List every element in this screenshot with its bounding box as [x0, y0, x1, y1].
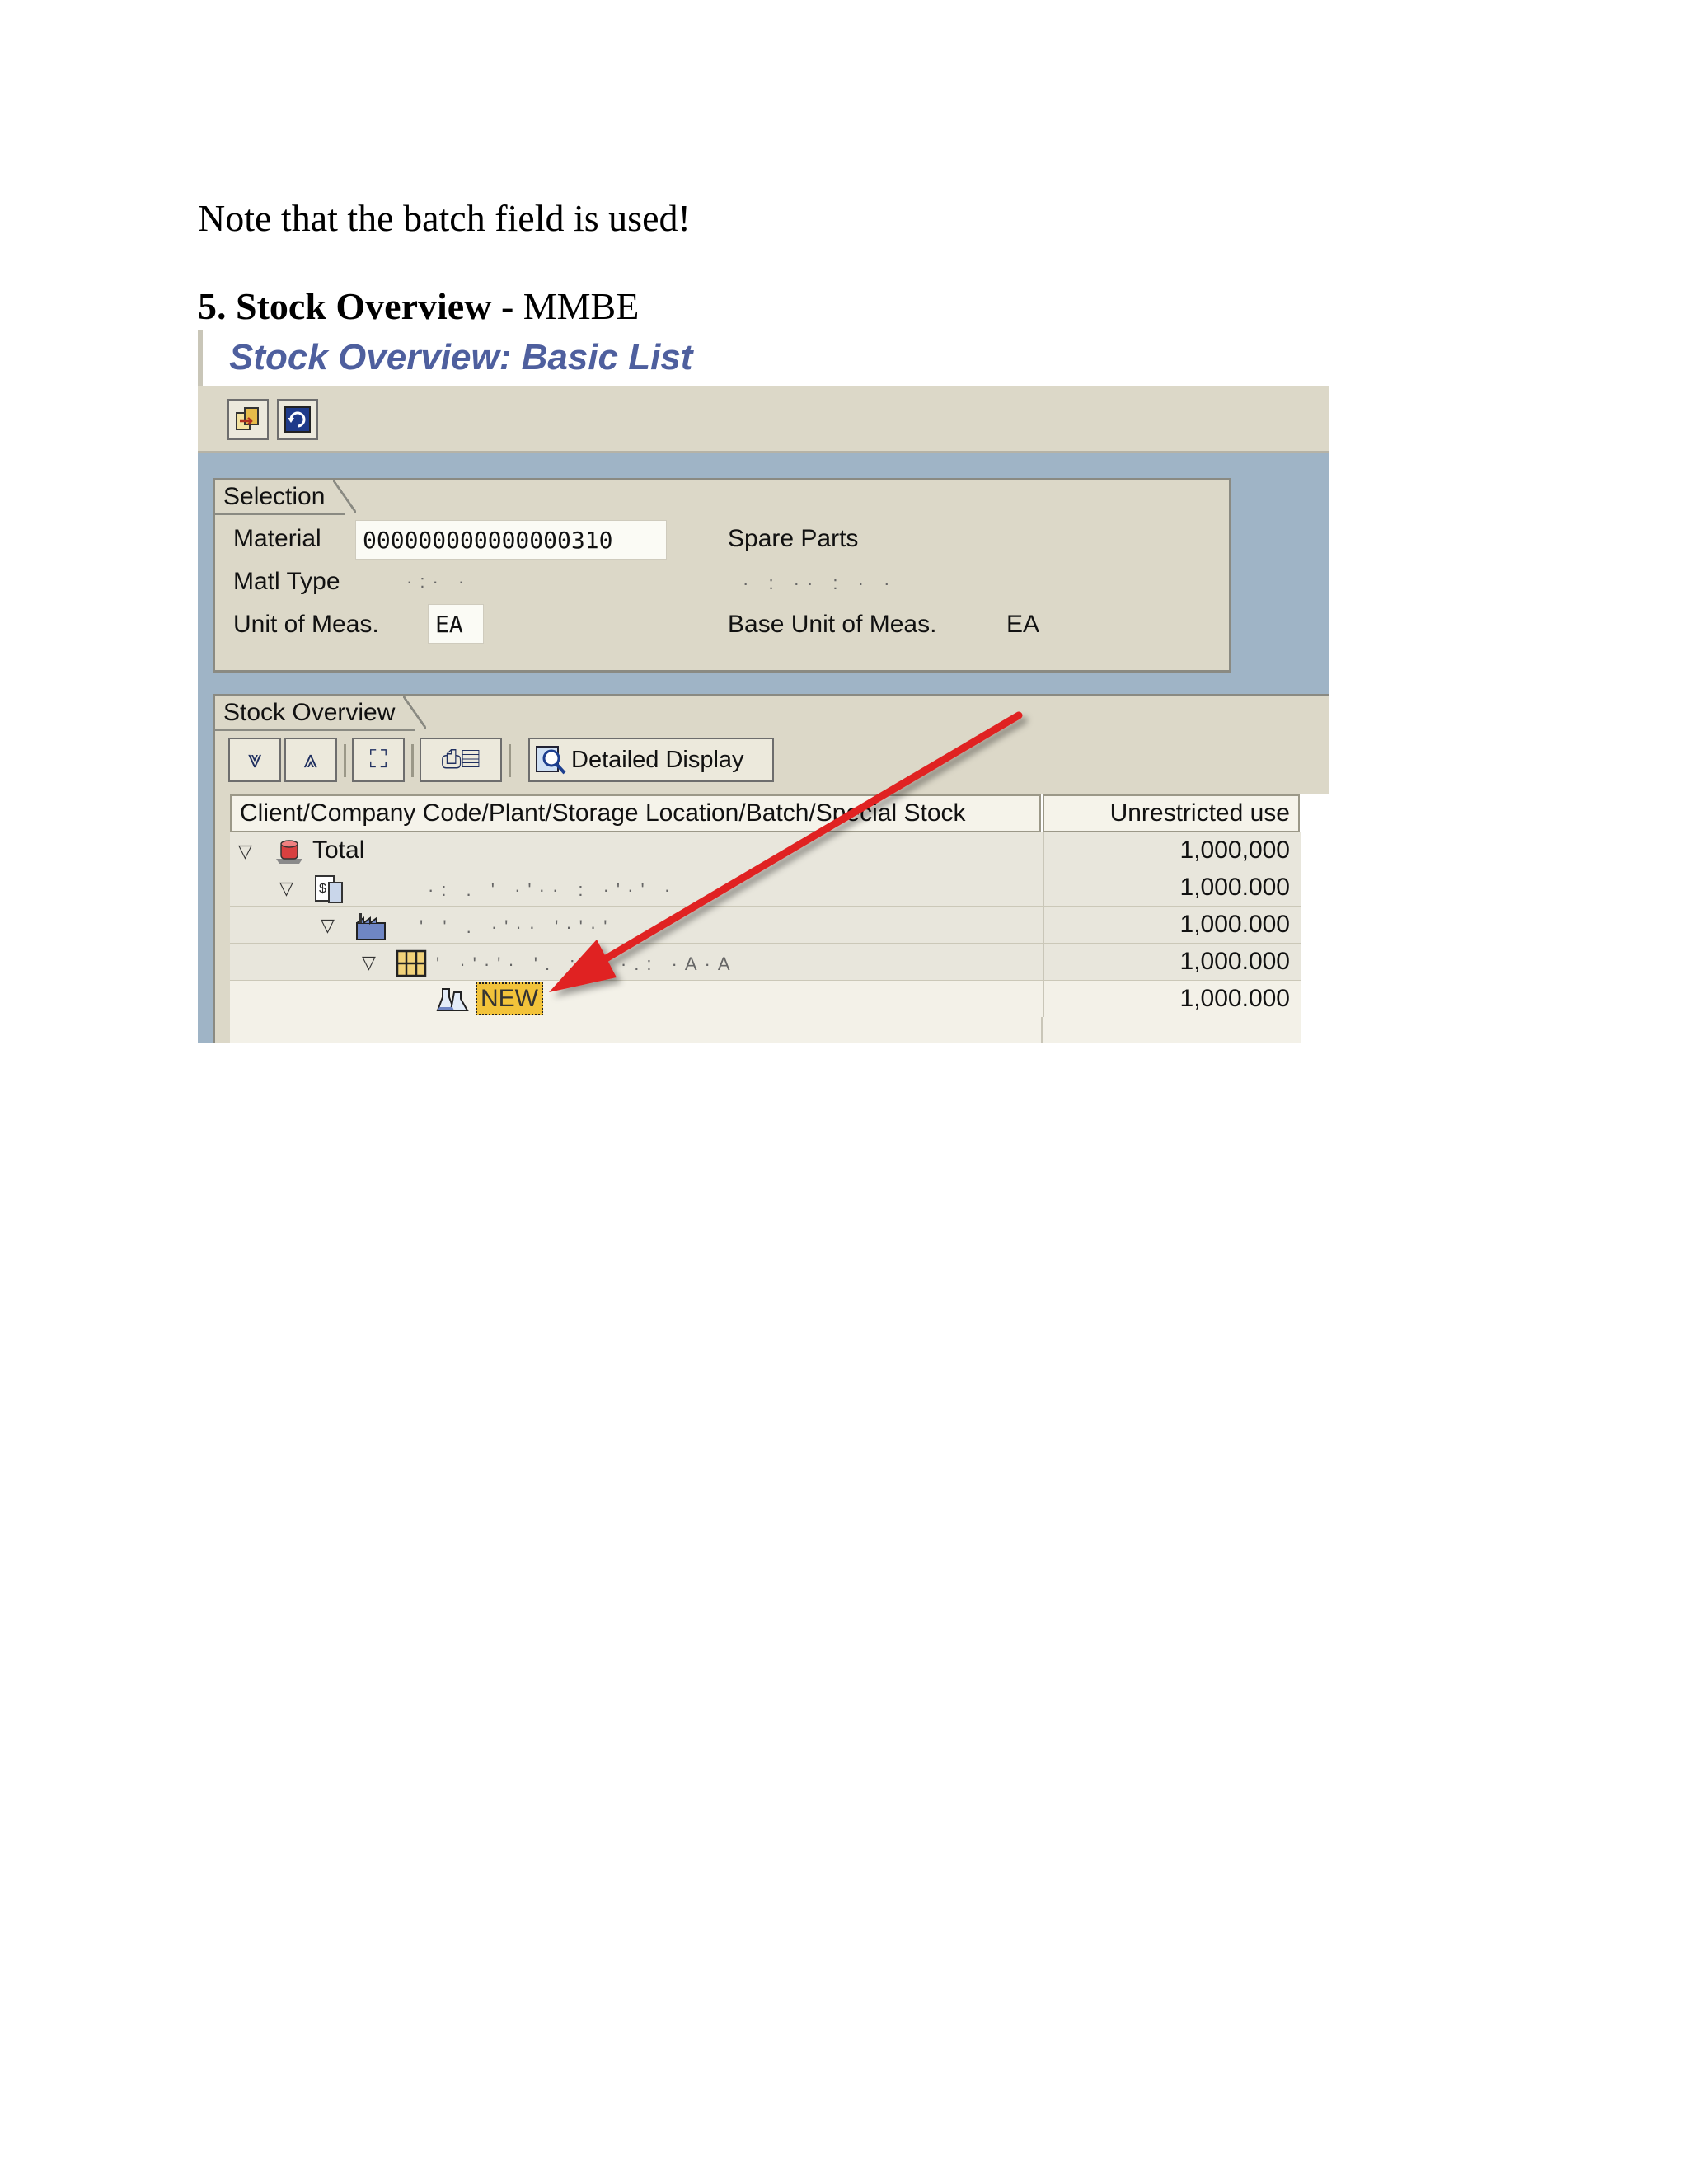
collapse-all-icon: ⩓: [303, 746, 318, 773]
unrestricted-value: 1,000.000: [1043, 907, 1300, 943]
tree-row-company-code[interactable]: ▽ $ ·: . ' ·'·· : ·'·' · 1,000.000: [230, 869, 1301, 907]
window-title: Stock Overview: Basic List: [229, 337, 693, 377]
plant-icon: [356, 913, 386, 940]
base-unit-value: EA: [1006, 611, 1040, 638]
storage-location-icon: [396, 949, 427, 977]
grid-column-separator: [1041, 1017, 1043, 1043]
material-label: Material: [233, 525, 321, 552]
tree-label-total: Total: [312, 837, 365, 864]
tree-row-plant[interactable]: ▽ ' ' . ·'·· '·'·' 1,000.000: [230, 907, 1301, 944]
storage-location-obscured: ' ·'·'· '. : · ·.: ·A·A: [436, 954, 738, 974]
binoculars-icon: ⛶: [369, 746, 387, 773]
section-title: Stock Overview: [236, 285, 492, 327]
stock-overview-frame-title: Stock Overview: [215, 696, 427, 731]
matl-type-value-obscured: ·:· ·: [406, 571, 472, 592]
collapse-triangle-icon[interactable]: ▽: [279, 878, 293, 899]
collapse-triangle-icon[interactable]: ▽: [238, 841, 252, 862]
base-unit-label: Base Unit of Meas.: [728, 611, 937, 638]
toolbar-separator: [344, 744, 346, 777]
sap-window: Stock Overview: Basic List Selection Mat…: [198, 330, 1329, 1043]
matl-type-desc-obscured: · : ·· : · ·: [743, 573, 898, 593]
collapse-all-button[interactable]: ⩓: [284, 738, 337, 782]
tree-row-storage-location[interactable]: ▽ ' ·'·'· '. : · ·.: ·A·A 1,000.000: [230, 944, 1301, 981]
selection-frame: Selection Material 000000000000000310 Sp…: [213, 478, 1231, 673]
stock-overview-frame: Stock Overview ⩔ ⩓ ⛶ ⎙▤ Detailed Display…: [213, 694, 1329, 1043]
matl-type-label: Matl Type: [233, 568, 340, 595]
column-header-unrestricted[interactable]: Unrestricted use: [1043, 794, 1300, 832]
unrestricted-value: 1,000.000: [1043, 944, 1300, 980]
title-bar: Stock Overview: Basic List: [198, 330, 1329, 386]
company-code-icon: $: [315, 875, 343, 903]
print-button[interactable]: ⎙▤: [420, 738, 502, 782]
application-toolbar: [198, 386, 1329, 453]
magnifier-icon: [536, 746, 566, 775]
unit-of-meas-label: Unit of Meas.: [233, 611, 379, 638]
stock-tree-grid: Client/Company Code/Plant/Storage Locati…: [230, 794, 1329, 1043]
note-text: Note that the batch field is used!: [198, 197, 691, 239]
unrestricted-value: 1,000.000: [1043, 869, 1300, 906]
refresh-icon: [284, 406, 311, 433]
section-heading: 5. Stock Overview - MMBE: [198, 284, 639, 328]
selection-frame-title: Selection: [215, 480, 357, 515]
print-icon: ⎙▤: [441, 746, 481, 773]
material-description: Spare Parts: [728, 525, 859, 552]
section-suffix: - MMBE: [491, 285, 640, 327]
material-field[interactable]: 000000000000000310: [355, 520, 667, 560]
unrestricted-value: 1,000.000: [1043, 981, 1300, 1017]
toolbar-separator: [411, 744, 414, 777]
export-icon: [236, 407, 259, 430]
tree-row-total[interactable]: ▽ Total 1,000,000: [230, 832, 1301, 869]
company-code-obscured: ·: . ' ·'·· : ·'·' ·: [428, 879, 678, 900]
plant-obscured: ' ' . ·'·· '·'·': [420, 916, 615, 937]
detailed-display-button[interactable]: Detailed Display: [528, 738, 774, 782]
export-button[interactable]: [227, 399, 269, 440]
refresh-button[interactable]: [277, 399, 318, 440]
batch-new-highlight[interactable]: NEW: [476, 982, 543, 1015]
expand-all-icon: ⩔: [247, 746, 262, 773]
collapse-triangle-icon[interactable]: ▽: [321, 915, 335, 936]
toolbar-separator: [509, 744, 511, 777]
collapse-triangle-icon[interactable]: ▽: [362, 952, 376, 973]
unit-of-meas-field[interactable]: EA: [428, 604, 484, 644]
grid-empty-row: [230, 1017, 1301, 1043]
unrestricted-value: 1,000,000: [1043, 832, 1300, 869]
find-button[interactable]: ⛶: [352, 738, 405, 782]
total-icon: [276, 840, 302, 864]
batch-icon: [436, 988, 469, 1011]
tree-row-batch[interactable]: NEW 1,000.000: [230, 981, 1301, 1018]
section-number: 5.: [198, 285, 227, 327]
svg-text:$: $: [319, 882, 326, 896]
expand-all-button[interactable]: ⩔: [228, 738, 281, 782]
detailed-display-label: Detailed Display: [571, 746, 744, 773]
column-header-hierarchy[interactable]: Client/Company Code/Plant/Storage Locati…: [230, 794, 1041, 832]
